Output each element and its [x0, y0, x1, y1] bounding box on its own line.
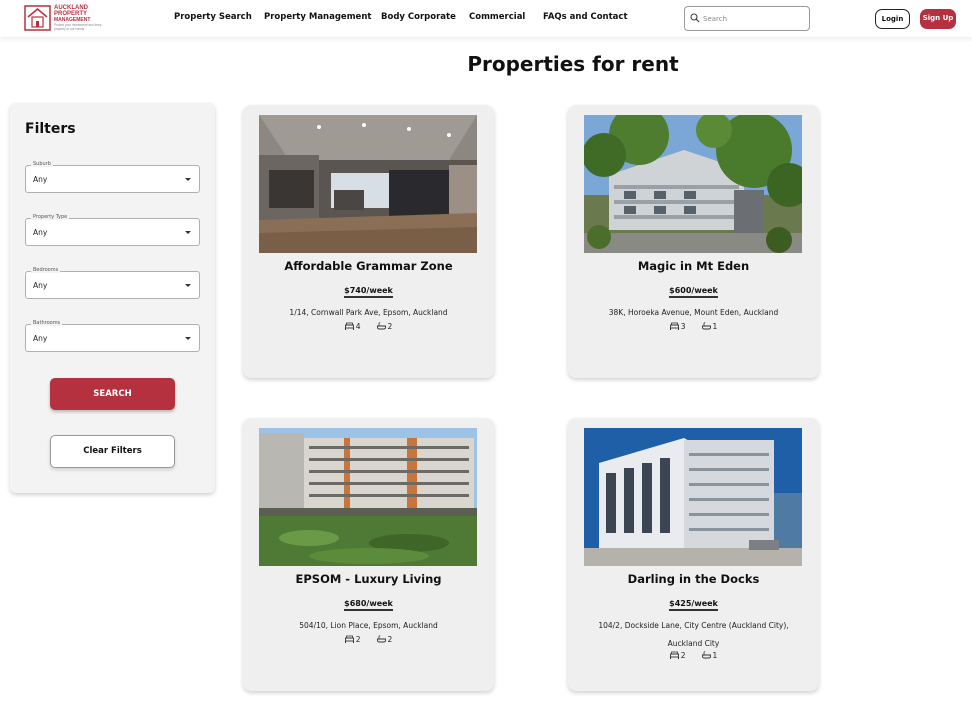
top-navbar: AUCKLAND PROPERTY MANAGEMENT Protect you…	[0, 0, 972, 37]
login-button[interactable]: Login	[875, 9, 910, 29]
chevron-down-icon	[185, 337, 191, 340]
listing-card[interactable]: EPSOM - Luxury Living $680/week 504/10, …	[243, 418, 494, 691]
property-type-value: Any	[33, 228, 48, 237]
page-title: Properties for rent	[467, 52, 679, 76]
listing-amenities: 22	[243, 635, 494, 644]
listing-address: 504/10, Lion Place, Epsom, Auckland	[299, 621, 438, 630]
bathroom-count: 1	[712, 322, 718, 331]
listing-photo[interactable]	[584, 115, 802, 253]
clear-filters-button[interactable]: Clear Filters	[50, 435, 175, 468]
bath-icon	[701, 651, 711, 659]
search-icon	[690, 13, 700, 23]
search-button[interactable]: SEARCH	[50, 378, 175, 410]
bedroom-count: 2	[680, 651, 686, 660]
listing-title[interactable]: Magic in Mt Eden	[568, 259, 819, 273]
nav-body-corporate[interactable]: Body Corporate	[381, 12, 456, 22]
property-type-select[interactable]: Any	[25, 218, 200, 246]
search-input[interactable]	[703, 11, 803, 26]
suburb-filter: Any Suburb	[25, 161, 200, 193]
bedrooms-value: Any	[33, 281, 48, 290]
suburb-label: Suburb	[31, 161, 53, 167]
logo-text: AUCKLAND PROPERTY MANAGEMENT	[54, 5, 91, 23]
bathrooms-filter: Any Bathrooms	[25, 320, 200, 352]
listing-photo[interactable]	[259, 115, 477, 253]
listing-address: 38K, Horoeka Avenue, Mount Eden, Aucklan…	[608, 308, 779, 317]
listing-title[interactable]: EPSOM - Luxury Living	[243, 572, 494, 586]
listing-price: $425/week	[568, 599, 819, 611]
chevron-down-icon	[185, 284, 191, 287]
listing-price: $600/week	[568, 286, 819, 298]
bedrooms-filter: Any Bedrooms	[25, 267, 200, 299]
bedroom-count: 4	[355, 322, 361, 331]
listing-title[interactable]: Affordable Grammar Zone	[243, 259, 494, 273]
bathrooms-label: Bathrooms	[31, 320, 63, 326]
nav-commercial[interactable]: Commercial	[469, 12, 525, 22]
listing-price: $740/week	[243, 286, 494, 298]
bedrooms-select[interactable]: Any	[25, 271, 200, 299]
listing-address: 104/2, Dockside Lane, City Centre (Auckl…	[598, 621, 789, 648]
listing-price: $680/week	[243, 599, 494, 611]
nav-property-management[interactable]: Property Management	[264, 12, 371, 22]
listing-amenities: 42	[243, 322, 494, 331]
nav-faqs-contact[interactable]: FAQs and Contact	[543, 12, 628, 22]
bath-icon	[376, 322, 386, 330]
bed-icon	[344, 635, 354, 643]
bathrooms-value: Any	[33, 334, 48, 343]
house-logo-icon	[24, 5, 51, 31]
listing-title[interactable]: Darling in the Docks	[568, 572, 819, 586]
listing-card[interactable]: Darling in the Docks $425/week 104/2, Do…	[568, 418, 819, 691]
logo-tagline: Protect your investment and keep propert…	[54, 23, 102, 31]
listing-photo[interactable]	[584, 428, 802, 566]
listing-card[interactable]: Affordable Grammar Zone $740/week 1/14, …	[243, 105, 494, 378]
property-type-label: Property Type	[31, 214, 70, 220]
bedrooms-label: Bedrooms	[31, 267, 61, 273]
bathroom-count: 2	[387, 635, 393, 644]
bath-icon	[376, 635, 386, 643]
listing-card[interactable]: Magic in Mt Eden $600/week 38K, Horoeka …	[568, 105, 819, 378]
chevron-down-icon	[185, 178, 191, 181]
search-box	[684, 6, 810, 31]
listing-address: 1/14, Cornwall Park Ave, Epsom, Auckland	[289, 308, 448, 317]
nav-property-search[interactable]: Property Search	[174, 12, 252, 22]
signup-button[interactable]: Sign Up	[920, 9, 956, 29]
filters-panel: Filters Any Suburb Any Property Type Any…	[10, 103, 215, 493]
listing-amenities: 31	[568, 322, 819, 331]
bathroom-count: 1	[712, 651, 718, 660]
bathrooms-select[interactable]: Any	[25, 324, 200, 352]
bath-icon	[701, 322, 711, 330]
suburb-select[interactable]: Any	[25, 165, 200, 193]
chevron-down-icon	[185, 231, 191, 234]
logo[interactable]: AUCKLAND PROPERTY MANAGEMENT Protect you…	[24, 2, 101, 34]
suburb-value: Any	[33, 175, 48, 184]
bed-icon	[344, 322, 354, 330]
filters-title: Filters	[25, 121, 76, 137]
listing-photo[interactable]	[259, 428, 477, 566]
property-type-filter: Any Property Type	[25, 214, 200, 246]
bathroom-count: 2	[387, 322, 393, 331]
listing-amenities: 21	[568, 651, 819, 660]
bed-icon	[669, 651, 679, 659]
bedroom-count: 3	[680, 322, 686, 331]
bedroom-count: 2	[355, 635, 361, 644]
bed-icon	[669, 322, 679, 330]
